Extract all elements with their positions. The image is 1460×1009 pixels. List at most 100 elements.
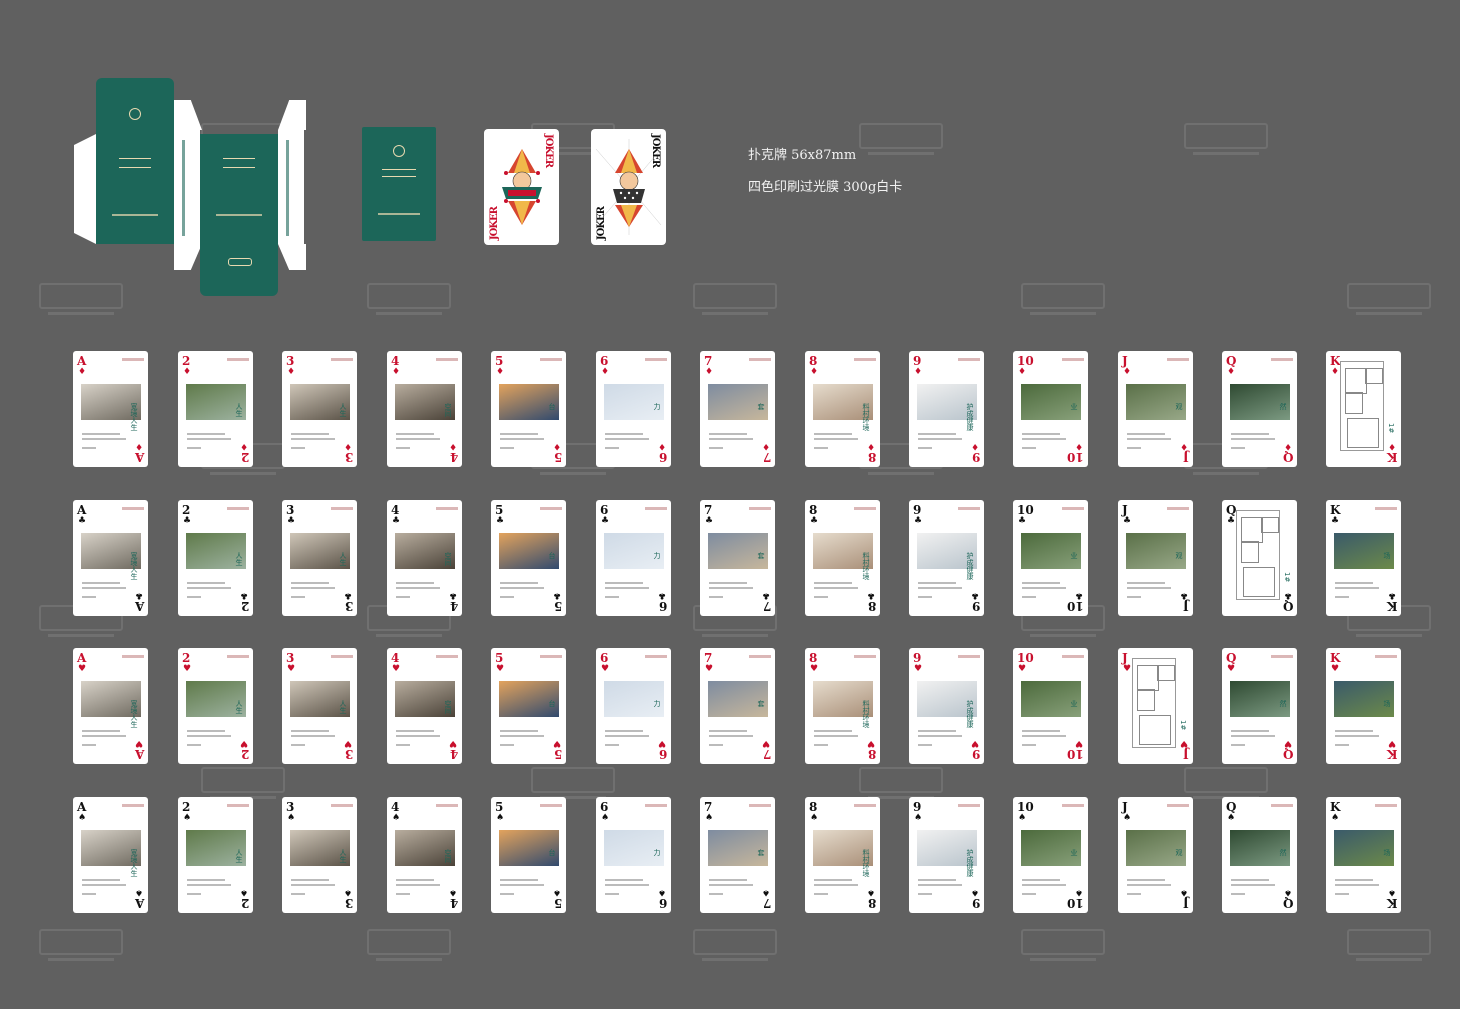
card-photo <box>604 681 664 717</box>
card-caption-line <box>605 587 649 589</box>
box-slogan-line <box>378 213 420 215</box>
card-caption-line <box>396 582 434 584</box>
card-suit-bottom-icon: ♠ <box>1074 887 1083 897</box>
card-caption-line <box>1335 596 1349 598</box>
card-theme-tag: 场 <box>1383 552 1391 559</box>
watermark-logo <box>1020 280 1106 324</box>
card-theme-tag: 人生 <box>339 849 347 863</box>
card-caption-line <box>1022 879 1060 881</box>
card-theme-tag: 空间 <box>444 552 452 566</box>
playing-card: J ♠ J ♠ 观 <box>1118 797 1193 913</box>
card-theme-tag: 料村环境 <box>862 849 870 877</box>
card-caption-line <box>1127 884 1171 886</box>
card-rank-bottom: 6 <box>658 896 667 910</box>
card-rank-bottom: 4 <box>449 450 458 464</box>
card-rank-top: 2 <box>182 354 191 368</box>
card-caption-line <box>605 438 649 440</box>
playing-card: 10 ♣ 10 ♣ 业 <box>1013 500 1088 616</box>
card-rank-bottom: J <box>1183 450 1189 464</box>
card-suit-bottom-icon: ♦ <box>866 441 875 451</box>
playing-card: 5 ♦ 5 ♦ 台 <box>491 351 566 467</box>
card-suit-top-icon: ♦ <box>287 367 296 377</box>
card-rank-top: 2 <box>182 503 191 517</box>
card-suit-top-icon: ♦ <box>705 367 714 377</box>
card-suit-bottom-icon: ♣ <box>552 590 561 600</box>
card-caption-line <box>291 735 335 737</box>
card-caption-line <box>1231 893 1245 895</box>
card-suit-top-icon: ♥ <box>705 664 714 674</box>
floor-plan-room <box>1345 392 1363 414</box>
card-theme-tag: 台 <box>548 403 556 410</box>
card-caption-line <box>1231 884 1275 886</box>
card-suit-top-icon: ♣ <box>705 516 714 526</box>
card-header-text-bar <box>854 507 876 510</box>
card-rank-top: 4 <box>391 651 400 665</box>
card-suit-bottom-icon: ♦ <box>239 441 248 451</box>
card-header-text-bar <box>958 507 980 510</box>
card-theme-tag: 台 <box>548 849 556 856</box>
floor-plan-room <box>1137 689 1155 711</box>
card-caption-line <box>1335 884 1379 886</box>
card-rank-bottom: Q <box>1282 450 1293 464</box>
card-theme-tag: 台 <box>548 552 556 559</box>
card-theme-tag: 套 <box>757 849 765 856</box>
card-caption-line <box>814 730 852 732</box>
card-header-text-bar <box>854 804 876 807</box>
card-caption-line <box>187 735 231 737</box>
card-rank-top: 10 <box>1017 354 1034 368</box>
playing-card: Q ♦ Q ♦ 然 <box>1222 351 1297 467</box>
card-theme-tag: 力 <box>653 700 661 707</box>
card-rank-bottom: 4 <box>449 747 458 761</box>
card-theme-tag: 业 <box>1070 403 1078 410</box>
floor-plan-illustration <box>1132 658 1176 748</box>
card-suit-top-icon: ♠ <box>392 813 401 823</box>
card-caption-line <box>1127 447 1141 449</box>
card-header-text-bar <box>227 507 249 510</box>
card-theme-tag: 人生 <box>339 552 347 566</box>
card-caption-line <box>1127 433 1165 435</box>
card-caption-line <box>1022 893 1036 895</box>
card-rank-top: Q <box>1226 354 1237 368</box>
card-theme-tag: 护成健康 <box>966 849 974 877</box>
card-suit-top-icon: ♣ <box>1331 516 1340 526</box>
playing-card: Q ♣ Q ♣ 1# <box>1222 500 1297 616</box>
card-suit-top-icon: ♥ <box>78 664 87 674</box>
card-caption-line <box>396 735 440 737</box>
card-suit-bottom-icon: ♦ <box>343 441 352 451</box>
card-header-text-bar <box>749 655 771 658</box>
card-header-text-bar <box>1062 507 1084 510</box>
card-suit-top-icon: ♠ <box>914 813 923 823</box>
card-rank-bottom: J <box>1183 599 1189 613</box>
watermark-logo <box>38 926 124 970</box>
card-header-text-bar <box>122 358 144 361</box>
card-caption-line <box>1022 438 1066 440</box>
card-suit-bottom-icon: ♥ <box>970 738 979 748</box>
card-rank-top: K <box>1330 503 1341 517</box>
card-caption-line <box>396 730 434 732</box>
card-rank-bottom: 3 <box>344 450 353 464</box>
card-photo <box>1230 384 1290 420</box>
playing-card: 9 ♦ 9 ♦ 护成健康 <box>909 351 984 467</box>
playing-card: 2 ♥ 2 ♥ 人生 <box>178 648 253 764</box>
box-back-panel <box>200 134 278 244</box>
card-rank-bottom: 9 <box>971 747 980 761</box>
card-suit-top-icon: ♠ <box>705 813 714 823</box>
card-caption-line <box>82 744 96 746</box>
card-rank-top: 10 <box>1017 503 1034 517</box>
card-rank-top: 9 <box>913 800 922 814</box>
card-rank-top: 4 <box>391 354 400 368</box>
card-photo <box>1230 681 1290 717</box>
card-caption-line <box>396 884 440 886</box>
card-rank-bottom: 7 <box>762 896 771 910</box>
playing-card: A ♦ A ♦ 宽境人生 <box>73 351 148 467</box>
card-caption-line <box>918 433 956 435</box>
card-header-text-bar <box>540 358 562 361</box>
card-theme-tag: 人生 <box>235 700 243 714</box>
card-suit-bottom-icon: ♥ <box>1283 738 1292 748</box>
card-rank-top: J <box>1122 800 1128 814</box>
card-caption-line <box>1127 582 1165 584</box>
card-rank-top: 8 <box>809 503 818 517</box>
card-caption-line <box>1022 587 1066 589</box>
card-caption-line <box>500 879 538 881</box>
card-caption-line <box>396 587 440 589</box>
